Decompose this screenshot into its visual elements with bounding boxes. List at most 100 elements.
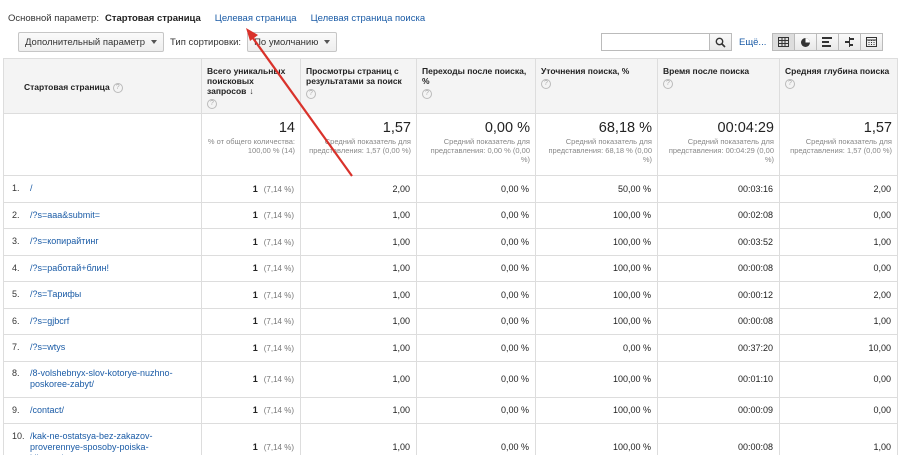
grid-view-button[interactable] (772, 33, 795, 51)
table-row: 9. /contact/1 (7,14 %) 1,00 0,00 % 100,00 % 00… (3, 396, 898, 424)
total-value: 0,00 % (484, 120, 530, 136)
row-searches-cell: 1 (7,14 %) (201, 360, 301, 398)
row-views-cell: 2,00 (300, 175, 417, 203)
sort-desc-icon: ↓ (249, 86, 254, 96)
row-refine-cell: 100,00 % (535, 281, 658, 309)
total-value: 00:04:29 (717, 120, 774, 136)
help-icon[interactable]: ? (663, 79, 673, 89)
help-icon[interactable]: ? (541, 79, 551, 89)
row-page-cell: 4. /?s=работай+блин! (3, 254, 202, 282)
row-exits-cell: 0,00 % (416, 201, 536, 229)
total-note: Средний показатель для представления: 0,… (430, 137, 530, 164)
row-page-link[interactable]: /?s=копирайтинг (30, 236, 180, 247)
row-views-cell: 1,00 (300, 334, 417, 362)
row-exits: 0,00 % (500, 442, 529, 452)
row-page-cell: 8. /8-volshebnyx-slov-kotorye-nuzhno-posk… (3, 360, 202, 398)
row-page-link[interactable]: /?s=gjbcrf (30, 316, 180, 327)
col-header-time-after-search[interactable]: Время после поиска? (657, 58, 780, 114)
total-cell: 14% от общего количества: 100,00 % (14) (201, 113, 301, 176)
row-searches-pct: (7,14 %) (263, 443, 294, 452)
row-time: 00:02:08 (737, 210, 773, 221)
row-searches-pct: (7,14 %) (263, 406, 294, 416)
row-number: 9. (12, 404, 20, 415)
row-refine-cell: 100,00 % (535, 254, 658, 282)
dimension-link-search-destination[interactable]: Целевая страница поиска (311, 13, 426, 24)
row-depth: 2,00 (873, 289, 891, 300)
row-exits: 0,00 % (500, 210, 529, 221)
row-depth: 0,00 (873, 210, 891, 221)
sort-type-dropdown[interactable]: По умолчанию (247, 32, 338, 52)
col-header-search-exits[interactable]: Переходы после поиска, %? (416, 58, 536, 114)
row-depth: 1,00 (873, 442, 891, 452)
bar-view-button[interactable] (816, 33, 839, 51)
col-header-start-page[interactable]: Стартовая страница? (3, 58, 202, 114)
row-refine-cell: 0,00 % (535, 334, 658, 362)
search-button[interactable] (709, 34, 731, 50)
total-value: 68,18 % (598, 120, 652, 136)
search-input[interactable] (602, 34, 709, 50)
row-page-link[interactable]: /?s=Тарифы (30, 289, 180, 300)
dimension-link-landing-page[interactable]: Целевая страница (215, 13, 297, 24)
row-page-cell: 2. /?s=aaa&submit= (3, 201, 202, 229)
row-page-link[interactable]: /?s=aaa&submit= (30, 210, 180, 221)
row-exits-cell: 0,00 % (416, 175, 536, 203)
row-views: 1,00 (392, 374, 410, 384)
row-page-link[interactable]: /8-volshebnyx-slov-kotorye-nuzhno-poskor… (30, 368, 180, 390)
row-time-cell: 00:01:10 (657, 360, 780, 398)
row-searches: 1 (252, 289, 258, 300)
row-page-link[interactable]: / (30, 183, 180, 194)
total-note: Средний показатель для представления: 1,… (309, 137, 411, 155)
col-header-search-refinements[interactable]: Уточнения поиска, %? (535, 58, 658, 114)
row-views: 1,00 (392, 236, 410, 247)
row-page-cell: 9. /contact/ (3, 396, 202, 424)
view-switcher (772, 33, 883, 51)
row-refine-cell: 100,00 % (535, 201, 658, 229)
sort-type-value: По умолчанию (254, 36, 319, 48)
row-time: 00:03:52 (737, 236, 773, 247)
help-icon[interactable]: ? (422, 89, 432, 99)
row-depth-cell: 2,00 (779, 281, 898, 309)
row-refine: 100,00 % (612, 374, 651, 384)
row-views: 2,00 (392, 183, 410, 194)
pie-view-button[interactable] (794, 33, 817, 51)
col-header-label: Стартовая страница (24, 82, 110, 93)
row-page-link[interactable]: /contact/ (30, 405, 180, 416)
row-page-link[interactable]: /kak-ne-ostatsya-bez-zakazov-proverennye… (30, 431, 180, 455)
row-time: 00:37:20 (737, 342, 773, 353)
col-header-unique-searches[interactable]: Всего уникальных поисковых запросов ↓? (201, 58, 301, 114)
row-searches-pct: (7,14 %) (263, 211, 294, 221)
row-searches-cell: 1 (7,14 %) (201, 334, 301, 362)
total-value: 1,57 (863, 120, 892, 136)
advanced-filter-link[interactable]: Ещё... (739, 37, 766, 48)
help-icon[interactable]: ? (785, 79, 795, 89)
table-row: 1. / 1 (7,14 %) 2,00 0,00 % 50,00 % 00:03:16 2,0… (3, 175, 898, 203)
secondary-dimension-dropdown[interactable]: Дополнительный параметр (18, 32, 164, 52)
compare-view-icon (845, 37, 854, 47)
col-header-results-pageviews[interactable]: Просмотры страниц с результатами за поис… (300, 58, 417, 114)
row-depth: 1,00 (873, 236, 891, 247)
row-searches-cell: 1 (7,14 %) (201, 423, 301, 455)
row-time-cell: 00:00:08 (657, 307, 780, 335)
row-searches: 1 (252, 342, 258, 353)
total-note: Средний показатель для представления: 68… (548, 137, 652, 164)
row-searches-cell: 1 (7,14 %) (201, 254, 301, 282)
row-exits-cell: 0,00 % (416, 281, 536, 309)
compare-view-button[interactable] (838, 33, 861, 51)
row-number: 7. (12, 342, 20, 353)
row-page-link[interactable]: /?s=работай+блин! (30, 263, 180, 274)
row-refine-cell: 50,00 % (535, 175, 658, 203)
table-row: 2. /?s=aaa&submit= 1 (7,14 %) 1,00 0,00 % 100,… (3, 201, 898, 229)
row-page-link[interactable]: /?s=wtys (30, 342, 180, 353)
row-searches: 1 (252, 374, 258, 384)
row-depth: 1,00 (873, 316, 891, 327)
row-refine-cell: 100,00 % (535, 396, 658, 424)
row-time-cell: 00:00:08 (657, 423, 780, 455)
pivot-view-button[interactable] (860, 33, 883, 51)
col-header-search-depth[interactable]: Средняя глубина поиска? (779, 58, 898, 114)
row-refine: 100,00 % (612, 289, 651, 300)
help-icon[interactable]: ? (306, 89, 316, 99)
row-time-cell: 00:03:16 (657, 175, 780, 203)
help-icon[interactable]: ? (112, 82, 123, 93)
help-icon[interactable]: ? (207, 99, 217, 109)
row-searches-cell: 1 (7,14 %) (201, 396, 301, 424)
